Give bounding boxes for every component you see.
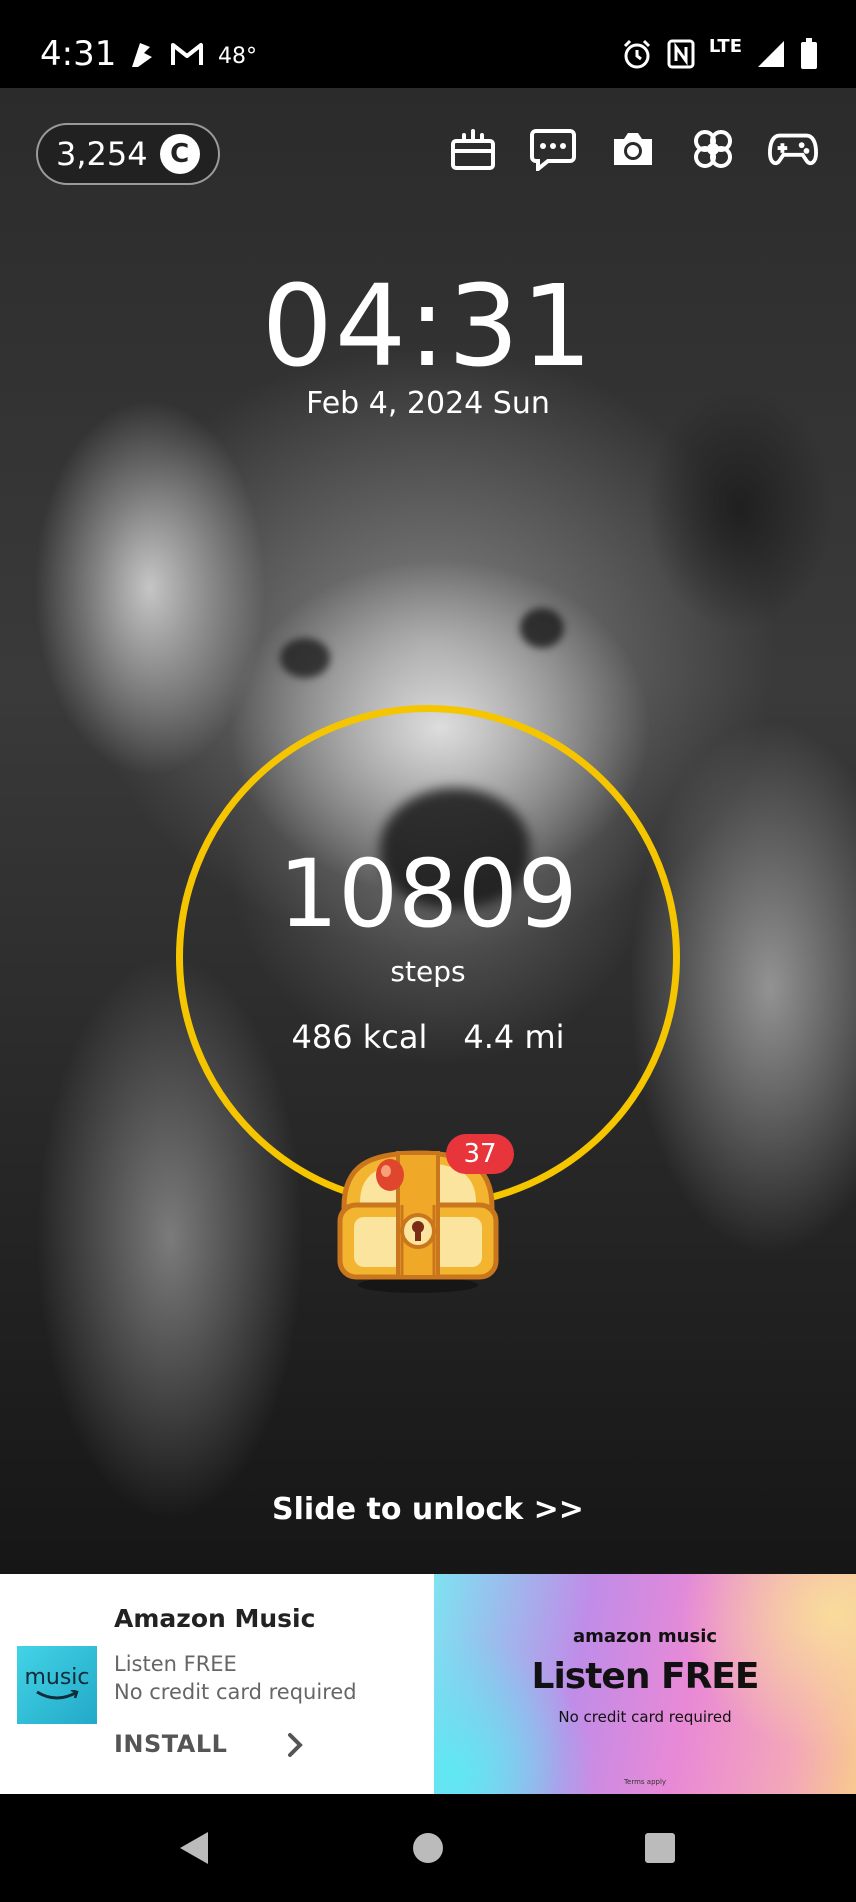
chevron-right-icon[interactable]	[280, 1728, 310, 1762]
step-stats: 486 kcal 4.4 mi	[0, 1018, 856, 1056]
ad-line-2: No credit card required	[114, 1680, 357, 1704]
lockscreen-clock: 04:31	[261, 262, 595, 392]
ad-title: Amazon Music	[114, 1604, 316, 1633]
ad-info-panel[interactable]: music Amazon Music Listen FREE No credit…	[0, 1574, 434, 1794]
coin-count: 3,254	[56, 135, 148, 173]
clover-icon[interactable]	[688, 124, 738, 174]
navigation-bar	[0, 1794, 856, 1902]
ad-image-panel[interactable]: amazon music Listen FREE No credit card …	[434, 1574, 856, 1794]
banner-headline: Listen FREE	[531, 1656, 760, 1697]
network-type: LTE	[708, 35, 742, 57]
nfc-icon	[667, 39, 695, 73]
logo-text: music	[24, 1664, 90, 1690]
install-button[interactable]: INSTALL	[114, 1730, 227, 1758]
banner-terms: Terms apply	[623, 1778, 667, 1786]
status-time: 4:31	[40, 34, 117, 74]
step-count: 10809	[278, 840, 578, 949]
coin-balance[interactable]: 3,254 C	[36, 123, 220, 185]
chat-icon[interactable]	[528, 124, 578, 174]
steps-label: steps	[390, 955, 466, 988]
coin-icon: C	[159, 134, 200, 174]
gmail-icon	[170, 41, 204, 71]
signal-icon	[756, 39, 786, 73]
status-bar: 4:31 48° LTE	[0, 0, 856, 88]
home-icon[interactable]	[402, 1822, 454, 1874]
banner-brand: amazon music	[572, 1626, 718, 1647]
fitness-icon	[126, 37, 156, 75]
top-actions	[448, 124, 818, 174]
distance-value: 4.4 mi	[463, 1018, 565, 1056]
recents-icon[interactable]	[634, 1822, 686, 1874]
ad-line-1: Listen FREE	[114, 1652, 237, 1676]
dog-eye	[280, 638, 330, 678]
lockscreen-date: Feb 4, 2024 Sun	[306, 386, 550, 421]
alarm-icon	[621, 38, 653, 74]
status-temperature: 48°	[218, 43, 257, 69]
gamepad-icon[interactable]	[768, 124, 818, 174]
ad-banner[interactable]: music Amazon Music Listen FREE No credit…	[0, 1574, 856, 1794]
back-icon[interactable]	[168, 1822, 220, 1874]
banner-subtext: No credit card required	[558, 1708, 732, 1726]
camera-icon[interactable]	[608, 124, 658, 174]
chest-count-badge: 37	[446, 1134, 514, 1174]
slide-to-unlock[interactable]: Slide to unlock >>	[0, 1492, 856, 1527]
amazon-music-logo: music	[17, 1646, 97, 1724]
calories-value: 486 kcal	[291, 1018, 428, 1056]
battery-icon	[800, 38, 818, 74]
dog-eye	[520, 608, 564, 648]
gift-icon[interactable]	[448, 124, 498, 174]
